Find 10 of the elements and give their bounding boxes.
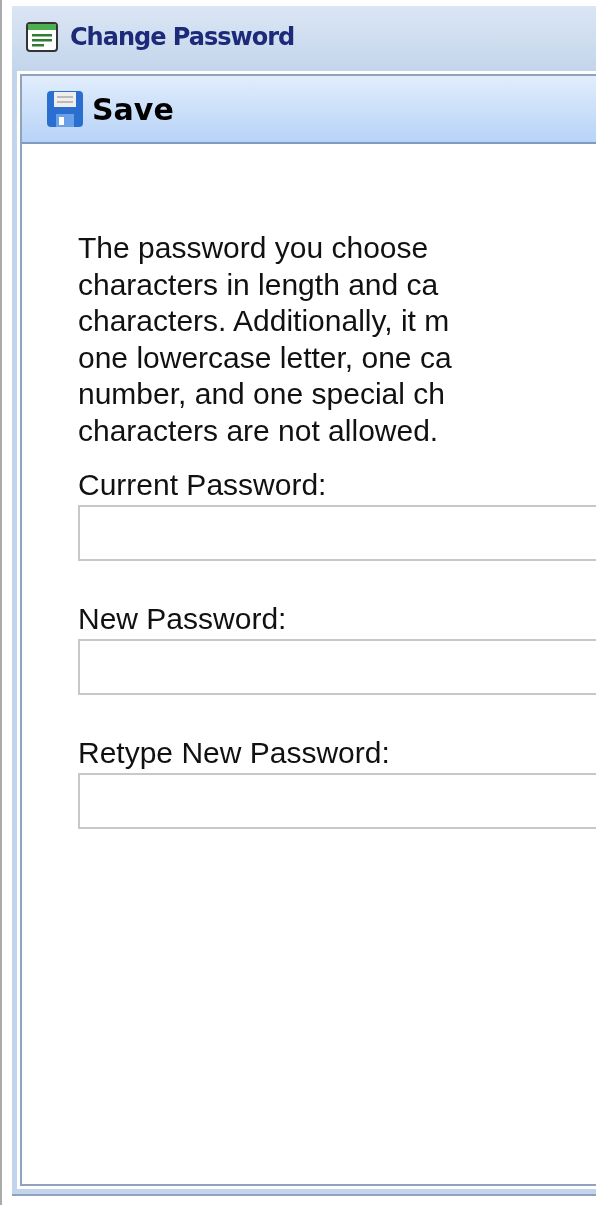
password-field[interactable] [78,505,596,561]
password-field[interactable] [78,639,596,695]
field-label: Retype New Password: [78,735,391,771]
password-instructions: The password you choose characters in length and ca characters. Additionally, it m one lowercase letter, one ca number, and one special ch characters are not allowed. [78,230,453,449]
field-label: New Password: [78,601,288,637]
field-label: Current Password: [78,467,328,503]
window-icon [26,22,58,52]
window-title: Change Password [70,23,295,51]
password-field[interactable] [78,773,596,829]
save-button[interactable]: Save [42,86,178,132]
